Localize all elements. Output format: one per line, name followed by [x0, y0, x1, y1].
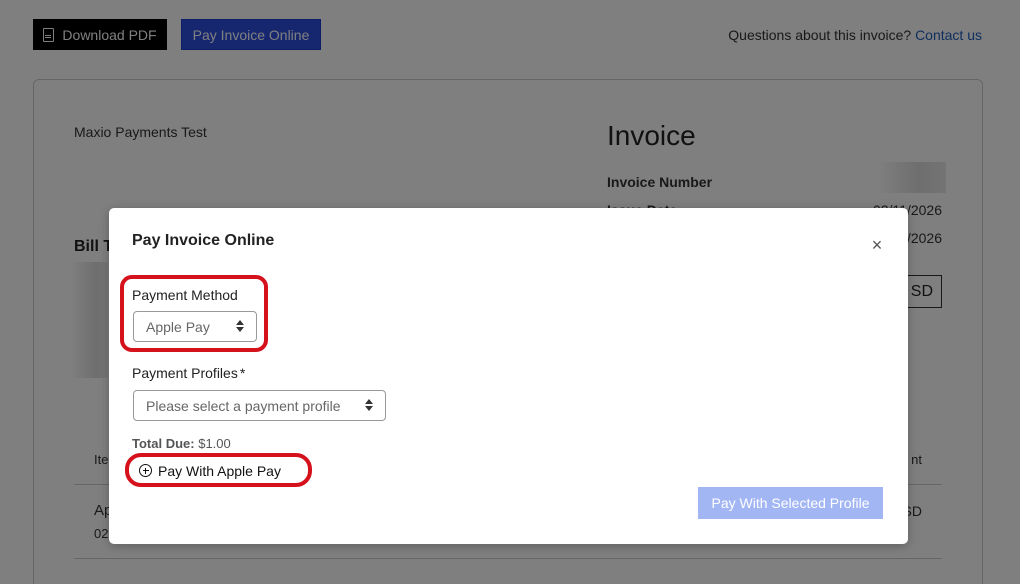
- modal-title: Pay Invoice Online: [132, 232, 275, 249]
- close-icon[interactable]: ×: [867, 235, 887, 255]
- total-due: Total Due: $1.00: [132, 436, 231, 451]
- payment-profiles-text: Payment Profiles: [132, 365, 238, 381]
- required-marker: *: [239, 365, 246, 381]
- highlight-ring-payment-method: [120, 275, 268, 352]
- total-due-label: Total Due:: [132, 436, 195, 451]
- payment-profile-placeholder: Please select a payment profile: [146, 397, 341, 414]
- payment-profiles-label: Payment Profiles *: [132, 365, 245, 381]
- pay-invoice-modal: Pay Invoice Online × Payment Method Appl…: [109, 208, 908, 544]
- updown-chevron-icon: [365, 399, 373, 413]
- total-due-value: $1.00: [198, 436, 231, 451]
- highlight-ring-apple-pay: [125, 453, 312, 487]
- payment-profile-select[interactable]: Please select a payment profile: [133, 390, 386, 421]
- pay-with-selected-profile-button[interactable]: Pay With Selected Profile: [698, 487, 883, 519]
